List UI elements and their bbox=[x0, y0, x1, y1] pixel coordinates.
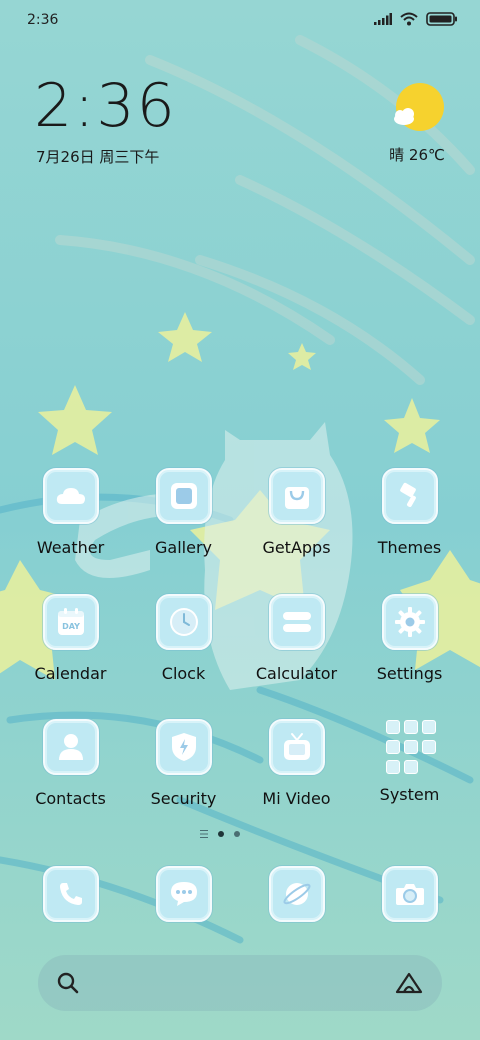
app-contacts[interactable]: Contacts bbox=[14, 719, 127, 808]
dock-phone[interactable] bbox=[14, 866, 127, 922]
app-icon-browser bbox=[268, 866, 325, 922]
app-calendar[interactable]: DAY Calendar bbox=[14, 594, 127, 683]
home-clock-date: 7月26日 周三下午 bbox=[36, 148, 160, 166]
app-icon-weather bbox=[42, 468, 99, 524]
signal-icon bbox=[374, 13, 392, 25]
page-indicator[interactable] bbox=[200, 830, 240, 838]
dock-browser[interactable] bbox=[240, 866, 353, 922]
search-bar[interactable] bbox=[38, 955, 442, 1011]
app-label: Themes bbox=[377, 538, 442, 557]
page-dot-active[interactable] bbox=[218, 831, 224, 837]
app-label: Settings bbox=[376, 664, 443, 683]
assistant-icon[interactable] bbox=[394, 971, 424, 995]
app-icon-contacts bbox=[42, 719, 99, 775]
dock-messages[interactable] bbox=[127, 866, 240, 922]
app-system-folder[interactable]: System bbox=[353, 719, 466, 804]
app-icon-settings bbox=[381, 594, 438, 650]
app-icon-calendar: DAY bbox=[42, 594, 99, 650]
app-security[interactable]: Security bbox=[127, 719, 240, 808]
shopping-bag-icon bbox=[284, 487, 309, 509]
phone-icon bbox=[59, 883, 82, 905]
app-weather[interactable]: Weather bbox=[14, 468, 127, 557]
cloud-icon bbox=[56, 488, 85, 504]
app-label: GetApps bbox=[262, 538, 331, 557]
app-icon-themes bbox=[381, 468, 438, 524]
app-calculator[interactable]: Calculator bbox=[240, 594, 353, 683]
app-gallery[interactable]: Gallery bbox=[127, 468, 240, 557]
weather-temp: 晴 26℃ bbox=[389, 146, 445, 164]
tv-icon bbox=[283, 733, 310, 760]
app-icon-phone bbox=[42, 866, 99, 922]
status-icons bbox=[374, 12, 458, 26]
search-icon[interactable] bbox=[56, 971, 80, 995]
app-icon-calculator bbox=[268, 594, 325, 650]
app-icon-camera bbox=[381, 866, 438, 922]
calculator-icon bbox=[282, 612, 311, 632]
app-label: Contacts bbox=[35, 789, 106, 808]
image-icon bbox=[170, 483, 197, 509]
chat-bubble-icon bbox=[170, 882, 197, 906]
status-bar-time: 2:36 bbox=[27, 12, 59, 28]
app-icon-gallery bbox=[155, 468, 212, 524]
sun-cloud-icon bbox=[394, 83, 444, 131]
weather-widget[interactable]: 晴 26℃ bbox=[384, 82, 450, 165]
app-icon-messages bbox=[155, 866, 212, 922]
home-clock-time[interactable]: 2:36 bbox=[34, 76, 177, 136]
shield-icon bbox=[171, 733, 196, 761]
app-themes[interactable]: Themes bbox=[353, 468, 466, 557]
clock-icon bbox=[169, 608, 198, 636]
wifi-icon bbox=[400, 12, 418, 26]
dock-camera[interactable] bbox=[353, 866, 466, 922]
app-drawer-lines-icon[interactable] bbox=[200, 830, 208, 838]
app-icon-clock bbox=[155, 594, 212, 650]
page-dot[interactable] bbox=[234, 831, 240, 837]
folder-grid-icon bbox=[382, 719, 438, 775]
app-label: Gallery bbox=[155, 538, 212, 557]
calendar-icon-text: DAY bbox=[62, 622, 80, 631]
app-settings[interactable]: Settings bbox=[353, 594, 466, 683]
app-label: Clock bbox=[161, 664, 206, 683]
app-getapps[interactable]: GetApps bbox=[240, 468, 353, 557]
camera-icon bbox=[395, 884, 424, 905]
app-clock[interactable]: Clock bbox=[127, 594, 240, 683]
app-label: Mi Video bbox=[262, 789, 331, 808]
battery-icon bbox=[426, 12, 457, 26]
planet-icon bbox=[283, 883, 310, 905]
person-icon bbox=[58, 734, 83, 760]
app-label: Security bbox=[150, 789, 217, 808]
app-label: Calculator bbox=[255, 664, 338, 683]
gear-icon bbox=[394, 607, 425, 637]
app-mi-video[interactable]: Mi Video bbox=[240, 719, 353, 808]
app-label: System bbox=[379, 785, 440, 804]
calendar-icon: DAY bbox=[57, 608, 84, 635]
app-label: Calendar bbox=[34, 664, 107, 683]
app-icon-mi-video bbox=[268, 719, 325, 775]
app-icon-security bbox=[155, 719, 212, 775]
paint-brush-icon bbox=[399, 482, 416, 507]
app-icon-getapps bbox=[268, 468, 325, 524]
app-label: Weather bbox=[36, 538, 105, 557]
